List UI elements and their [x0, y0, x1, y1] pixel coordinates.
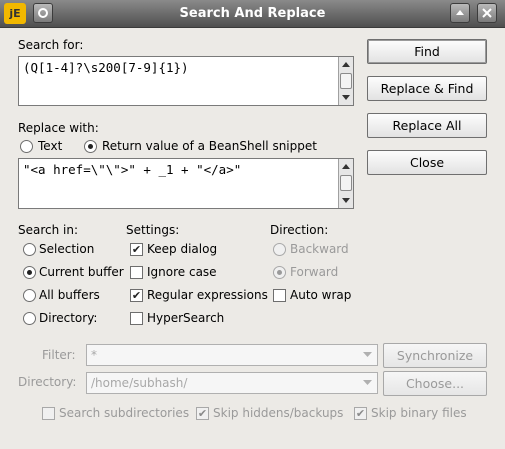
skip-binary-label: Skip binary files: [371, 406, 467, 420]
regular-expressions-checkbox[interactable]: ✔: [130, 289, 143, 302]
scroll-down-icon[interactable]: [339, 91, 353, 105]
replace-mode-text-label: Text: [38, 139, 63, 153]
skip-hidden-label: Skip hiddens/backups: [213, 406, 344, 420]
filter-combo[interactable]: *: [86, 344, 378, 366]
replace-mode-text-radio[interactable]: [20, 140, 33, 153]
keep-dialog-checkbox[interactable]: ✔: [130, 243, 143, 256]
hypersearch-label: HyperSearch: [147, 311, 225, 325]
synchronize-button[interactable]: Synchronize: [383, 343, 487, 368]
search-in-current-buffer-radio[interactable]: [23, 266, 36, 279]
replace-mode-beanshell-label: Return value of a BeanShell snippet: [102, 139, 317, 153]
search-in-current-buffer-label: Current buffer: [39, 265, 124, 279]
keep-dialog-label: Keep dialog: [147, 242, 218, 256]
title-bar[interactable]: jE Search And Replace: [0, 0, 505, 28]
filter-label: Filter:: [42, 348, 76, 362]
chevron-down-icon[interactable]: [357, 345, 377, 365]
direction-backward-radio[interactable]: [273, 243, 286, 256]
search-in-selection-radio[interactable]: [23, 243, 36, 256]
chevron-down-icon[interactable]: [357, 373, 377, 393]
directory-combo[interactable]: /home/subhash/: [86, 372, 378, 394]
search-in-directory-radio[interactable]: [23, 312, 36, 325]
search-in-heading: Search in:: [18, 223, 79, 237]
search-in-all-buffers-label: All buffers: [39, 288, 100, 302]
direction-backward-label: Backward: [290, 242, 349, 256]
skip-binary-checkbox[interactable]: ✔: [354, 407, 367, 420]
skip-hidden-checkbox[interactable]: ✔: [196, 407, 209, 420]
scroll-down-icon[interactable]: [339, 194, 353, 208]
close-icon: [482, 8, 492, 18]
search-for-label: Search for:: [18, 38, 84, 52]
ignore-case-checkbox[interactable]: [130, 266, 143, 279]
choose-button[interactable]: Choose...: [383, 371, 487, 396]
scroll-thumb[interactable]: [340, 175, 352, 191]
auto-wrap-checkbox[interactable]: [273, 289, 286, 302]
filter-value: *: [91, 348, 97, 362]
search-subdirectories-label: Search subdirectories: [59, 406, 190, 420]
direction-forward-label: Forward: [290, 265, 339, 279]
search-in-directory-label: Directory:: [39, 311, 98, 325]
settings-heading: Settings:: [126, 223, 180, 237]
scroll-up-icon[interactable]: [339, 57, 353, 71]
direction-forward-radio[interactable]: [273, 266, 286, 279]
maximize-button[interactable]: [450, 3, 470, 23]
auto-wrap-label: Auto wrap: [290, 288, 352, 302]
replace-all-button[interactable]: Replace All: [367, 113, 487, 138]
directory-value: /home/subhash/: [91, 376, 188, 390]
replace-with-field[interactable]: "<a href=\"\">" + _1 + "</a>": [18, 158, 354, 209]
scroll-thumb[interactable]: [340, 73, 352, 89]
direction-heading: Direction:: [270, 223, 329, 237]
search-in-selection-label: Selection: [39, 242, 95, 256]
scroll-up-icon[interactable]: [339, 159, 353, 173]
replace-find-button[interactable]: Replace & Find: [367, 76, 487, 101]
hypersearch-checkbox[interactable]: [130, 312, 143, 325]
search-in-all-buffers-radio[interactable]: [23, 289, 36, 302]
search-for-field[interactable]: (Q[1-4]?\s200[7-9]{1}): [18, 56, 354, 106]
search-subdirectories-checkbox[interactable]: [42, 407, 55, 420]
search-replace-dialog: jE Search And Replace Search for: (Q[1-4…: [0, 0, 505, 449]
find-button[interactable]: Find: [367, 39, 487, 64]
search-for-scrollbar[interactable]: [338, 57, 353, 105]
close-window-button[interactable]: [477, 3, 497, 23]
regular-expressions-label: Regular expressions: [147, 288, 268, 302]
close-button[interactable]: Close: [367, 150, 487, 175]
replace-mode-beanshell-radio[interactable]: [84, 140, 97, 153]
window-title: Search And Replace: [179, 6, 326, 21]
replace-with-scrollbar[interactable]: [338, 159, 353, 208]
replace-with-label: Replace with:: [18, 121, 99, 135]
arrow-up-icon: [456, 10, 464, 15]
directory-label: Directory:: [18, 375, 77, 389]
ignore-case-label: Ignore case: [147, 265, 217, 279]
